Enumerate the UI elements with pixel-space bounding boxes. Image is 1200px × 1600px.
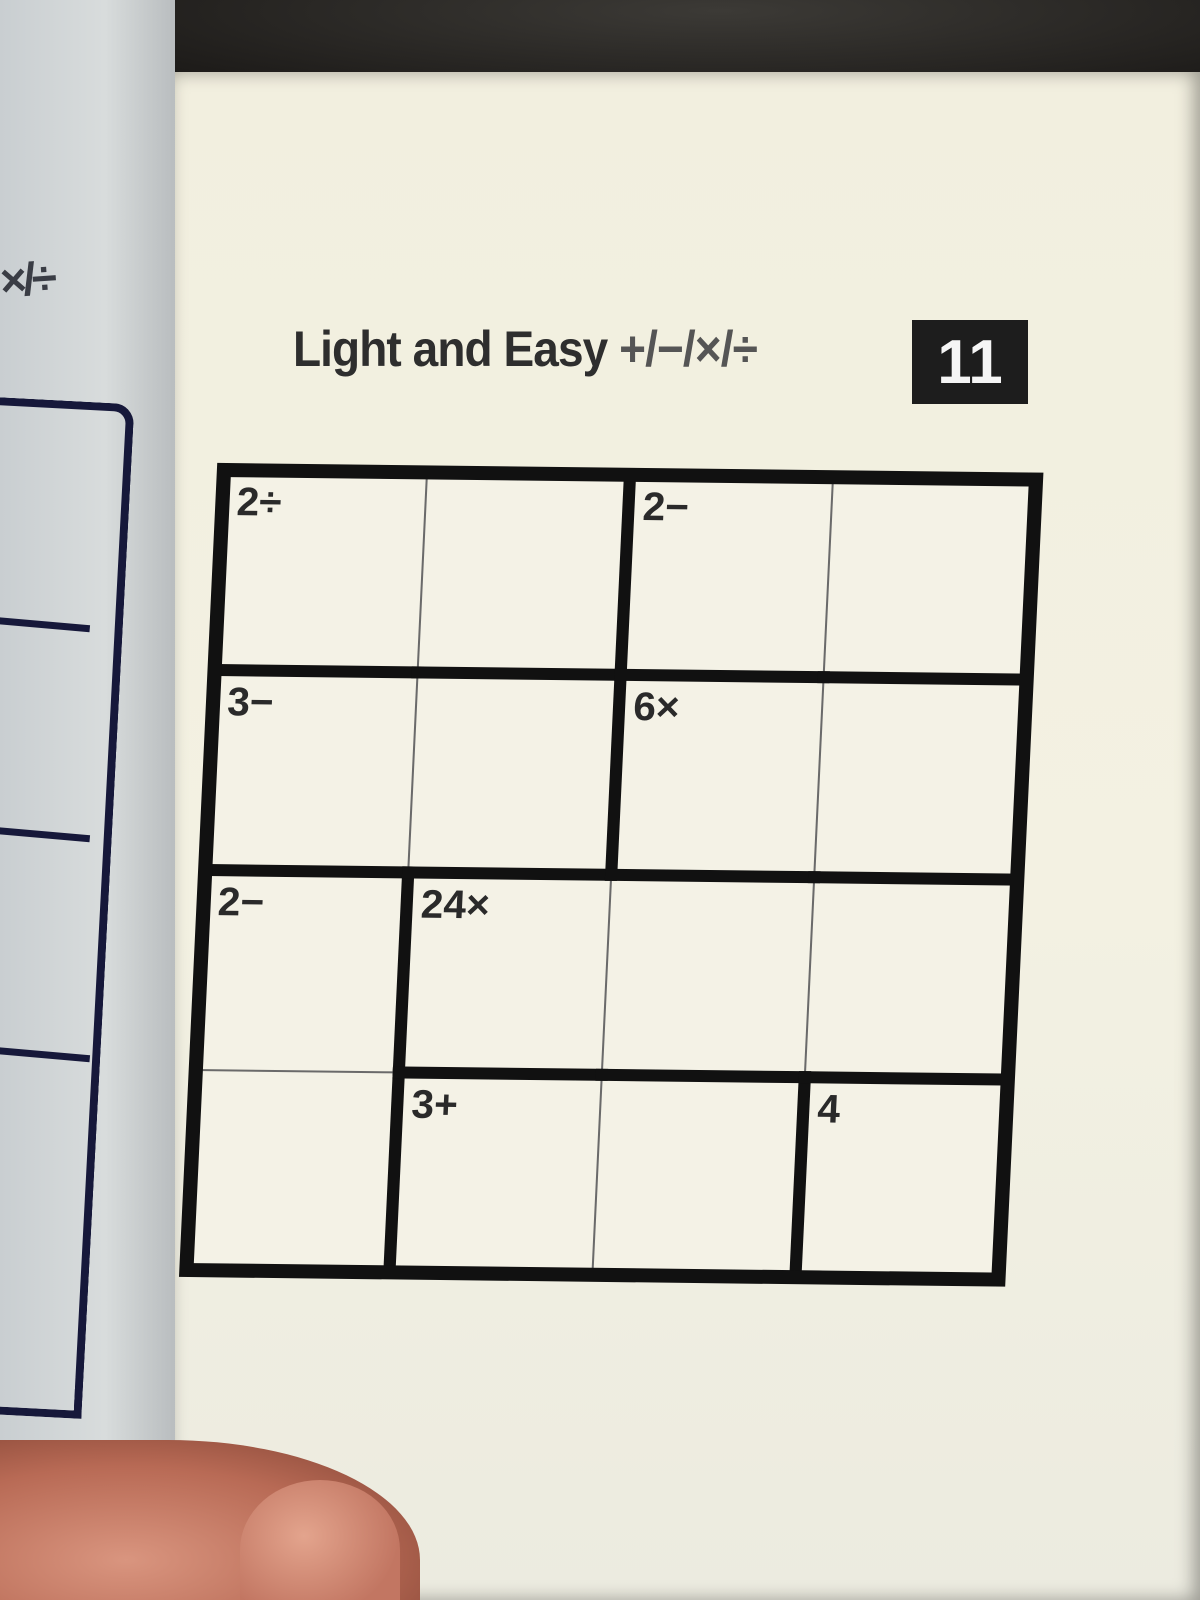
left-page-heading-fragment: ×/÷ — [0, 251, 55, 307]
title-text: Light and Easy — [293, 321, 608, 377]
grid-frame — [178, 462, 1044, 1287]
photo-scene: ×/÷ Light and Easy +/−/×/÷ 11 2÷ 2− 3− 6× 2−… — [0, 0, 1200, 1600]
kenken-grid: 2÷ 2− 3− 6× 2− 24× 3+ 4 — [178, 462, 1044, 1287]
left-page-grid-fragment — [0, 397, 135, 1419]
page-title: Light and Easy +/−/×/÷ — [293, 320, 758, 378]
puzzle-grid-container: 2÷ 2− 3− 6× 2− 24× 3+ 4 — [178, 462, 1052, 1298]
left-page: ×/÷ — [0, 0, 175, 1600]
title-operations: +/−/×/÷ — [619, 321, 758, 377]
puzzle-number-badge: 11 — [912, 320, 1028, 404]
